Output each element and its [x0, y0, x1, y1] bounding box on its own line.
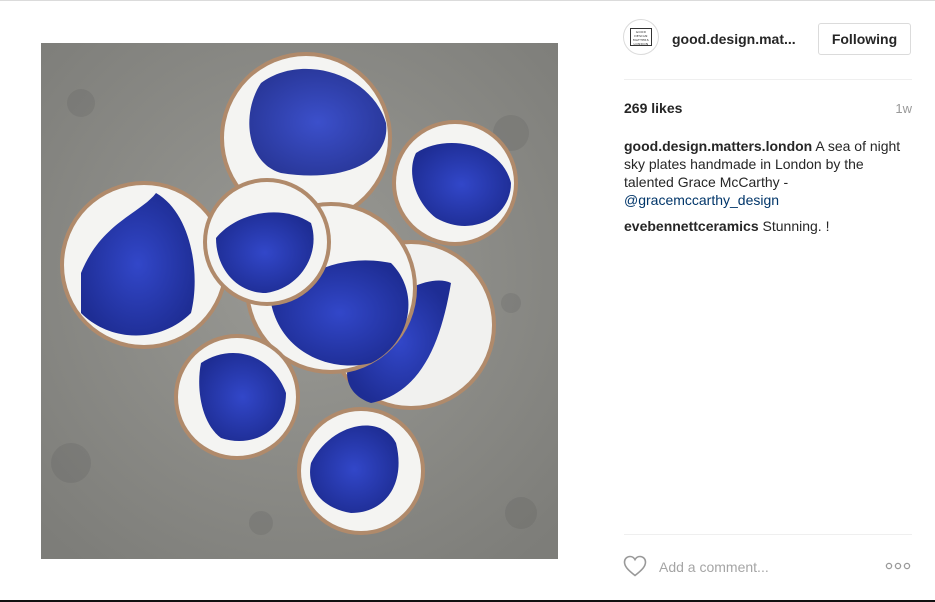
comment-text: Stunning. !: [762, 218, 830, 234]
more-options-icon[interactable]: [884, 560, 912, 572]
post-image[interactable]: [41, 43, 558, 559]
plate-center-small: [203, 178, 331, 306]
avatar[interactable]: GOOD DESIGN MATTERS LONDON: [623, 19, 659, 55]
header-divider: [624, 79, 912, 80]
actions-divider: [624, 534, 912, 535]
post-header: GOOD DESIGN MATTERS LONDON good.design.mat.…: [612, 16, 912, 64]
post-time[interactable]: 1w: [880, 101, 912, 116]
likes-count[interactable]: 269 likes: [624, 100, 682, 116]
top-divider: [0, 0, 935, 1]
comment-username[interactable]: evebennettceramics: [624, 218, 759, 234]
username-link[interactable]: good.design.mat...: [672, 31, 804, 47]
add-comment-input[interactable]: [659, 557, 859, 577]
comment-item: evebennettceramics Stunning. !: [624, 217, 914, 235]
following-button[interactable]: Following: [818, 23, 911, 55]
post-caption: good.design.matters.london A sea of nigh…: [624, 137, 914, 209]
plate-bottom-left: [174, 334, 300, 460]
plate-left: [60, 181, 228, 349]
plate-right-small: [392, 120, 518, 246]
mention-link[interactable]: @gracemccarthy_design: [624, 192, 779, 208]
brand-logo: GOOD DESIGN MATTERS LONDON: [630, 28, 652, 46]
caption-username[interactable]: good.design.matters.london: [624, 138, 812, 154]
plate-bottom: [297, 407, 425, 535]
heart-icon[interactable]: [623, 555, 647, 577]
